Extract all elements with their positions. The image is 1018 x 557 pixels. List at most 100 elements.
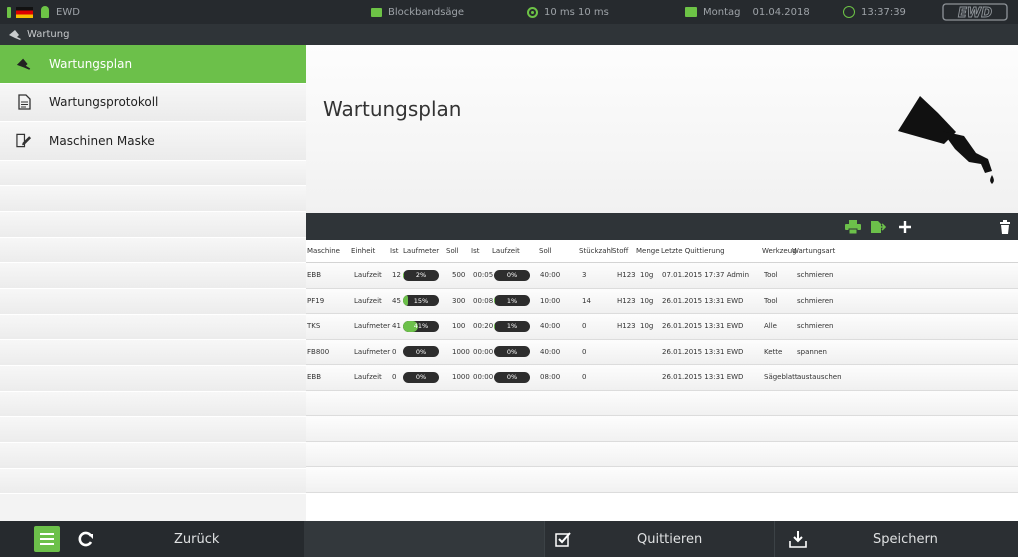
user-indicator[interactable]: EWD	[41, 0, 80, 24]
cell-ist: 41	[392, 322, 401, 331]
cell-maschine: TKS	[307, 322, 321, 331]
laufmeter-progress: 41%	[403, 320, 439, 332]
sidebar-empty-row	[0, 211, 306, 238]
save-button[interactable]: Speichern	[774, 521, 1018, 557]
laufmeter-progress: 0%	[403, 371, 439, 383]
cell-letzte-quittierung: 07.01.2015 17:37 Admin	[662, 271, 750, 280]
cell-soll: 500	[452, 271, 466, 280]
export-button[interactable]	[865, 213, 891, 240]
laufmeter-progress: 15%	[403, 295, 439, 307]
column-header[interactable]: Stoff	[612, 240, 628, 262]
sidebar-item-label: Wartungsprotokoll	[49, 95, 159, 110]
weekday: Montag	[703, 6, 741, 18]
column-header[interactable]: Maschine	[307, 240, 340, 262]
sidebar-item-wartungsprotokoll[interactable]: Wartungsprotokoll	[0, 83, 306, 122]
cell-soll-time: 08:00	[540, 373, 561, 382]
cell-letzte-quittierung: 26.01.2015 13:31 EWD	[662, 322, 744, 331]
sidebar-empty-row	[0, 391, 306, 418]
cycle-time: 10 ms 10 ms	[544, 6, 609, 18]
cell-maschine: EBB	[307, 373, 322, 382]
sidebar-empty-row	[0, 160, 306, 187]
bottom-bar: Zurück Quittieren Speichern	[0, 521, 1018, 557]
status-bar: EWD Blockbandsäge 10 ms 10 ms Montag 01.…	[0, 0, 1018, 24]
cell-laufmeter: 41%	[403, 314, 439, 339]
cell-wartungsart: austauschen	[797, 373, 842, 382]
german-flag-icon[interactable]	[16, 7, 33, 18]
table-row[interactable]: PF19 Laufzeit 45 15% 300 00:08 1% 10:00 …	[306, 288, 1018, 314]
cell-ist-time: 00:08	[473, 296, 494, 305]
confirm-button[interactable]: Quittieren	[544, 521, 774, 557]
cell-menge: 10g	[640, 322, 654, 331]
cell-stueckzahl: 14	[582, 296, 591, 305]
print-button[interactable]	[840, 213, 866, 240]
confirm-label: Quittieren	[637, 531, 703, 547]
cell-soll-time: 40:00	[540, 271, 561, 280]
cell-wartungsart: schmieren	[797, 296, 834, 305]
cell-laufzeit: 1%	[494, 314, 530, 339]
cell-werkzeug: Sägeblatt	[764, 373, 798, 382]
column-header[interactable]: Stückzahl	[579, 240, 613, 262]
column-header[interactable]: Letzte Quittierung	[661, 240, 725, 262]
progress-label: 1%	[506, 322, 518, 331]
machine-indicator[interactable]: Blockbandsäge	[371, 0, 464, 24]
cell-einheit: Laufmeter	[354, 347, 391, 356]
sidebar-item-maschinen-maske[interactable]: Maschinen Maske	[0, 122, 306, 161]
progress-label: 0%	[506, 271, 518, 280]
cell-stueckzahl: 3	[582, 271, 587, 280]
cycle-time-indicator: 10 ms 10 ms	[527, 0, 609, 24]
column-header[interactable]: Laufmeter	[403, 240, 439, 262]
table-row[interactable]: FB800 Laufmeter 0 0% 1000 00:00 0% 40:00…	[306, 339, 1018, 365]
column-header[interactable]: Laufzeit	[492, 240, 520, 262]
empty-table-row	[306, 390, 1018, 416]
table-header-row: Maschine Einheit Ist Laufmeter Soll Ist …	[306, 240, 1018, 263]
cell-ist-time: 00:20	[473, 322, 494, 331]
maintenance-icon	[16, 56, 32, 72]
cell-soll: 1000	[452, 373, 470, 382]
breadcrumb: Wartung	[0, 24, 1018, 45]
cell-einheit: Laufzeit	[354, 296, 382, 305]
ewd-logo: EWD	[942, 3, 1008, 21]
cell-maschine: EBB	[307, 271, 322, 280]
progress-fill	[403, 269, 404, 281]
column-header[interactable]: Wartungsart	[792, 240, 835, 262]
sidebar-empty-row	[0, 417, 306, 444]
column-header[interactable]: Einheit	[351, 240, 375, 262]
page-title: Wartungsplan	[323, 97, 462, 121]
table-row[interactable]: TKS Laufmeter 41 41% 100 00:20 1% 40:00 …	[306, 314, 1018, 340]
cell-werkzeug: Tool	[764, 296, 778, 305]
cycle-icon	[527, 6, 538, 18]
column-header[interactable]: Soll	[539, 240, 552, 262]
cell-stueckzahl: 0	[582, 347, 587, 356]
cell-maschine: FB800	[307, 347, 330, 356]
clock-icon	[843, 6, 855, 18]
menu-button[interactable]	[34, 526, 60, 552]
cell-stoff: H123	[617, 271, 636, 280]
document-icon	[16, 94, 32, 110]
table-row[interactable]: EBB Laufzeit 12 2% 500 00:05 0% 40:00 3 …	[306, 263, 1018, 289]
export-icon	[871, 220, 886, 233]
download-icon	[789, 531, 807, 548]
cell-werkzeug: Kette	[764, 347, 783, 356]
delete-button[interactable]	[992, 213, 1018, 240]
cell-wartungsart: schmieren	[797, 322, 834, 331]
progress-label: 41%	[413, 322, 429, 331]
cell-werkzeug: Tool	[764, 271, 778, 280]
cell-maschine: PF19	[307, 296, 325, 305]
user-name: EWD	[56, 6, 80, 18]
column-header[interactable]: Ist	[390, 240, 398, 262]
machine-name: Blockbandsäge	[388, 6, 465, 18]
sidebar-item-wartungsplan[interactable]: Wartungsplan	[0, 45, 306, 84]
cell-wartungsart: spannen	[797, 347, 827, 356]
cell-laufzeit: 0%	[494, 340, 530, 365]
back-button[interactable]: Zurück	[68, 521, 304, 557]
column-header[interactable]: Ist	[471, 240, 479, 262]
add-button[interactable]	[892, 213, 918, 240]
empty-table-row	[306, 416, 1018, 442]
laufzeit-progress: 0%	[494, 346, 530, 358]
cell-laufzeit: 1%	[494, 289, 530, 314]
table-row[interactable]: EBB Laufzeit 0 0% 1000 00:00 0% 08:00 0 …	[306, 365, 1018, 391]
column-header[interactable]: Menge	[636, 240, 660, 262]
save-label: Speichern	[873, 531, 938, 547]
sidebar-item-label: Maschinen Maske	[49, 133, 155, 148]
column-header[interactable]: Soll	[446, 240, 459, 262]
